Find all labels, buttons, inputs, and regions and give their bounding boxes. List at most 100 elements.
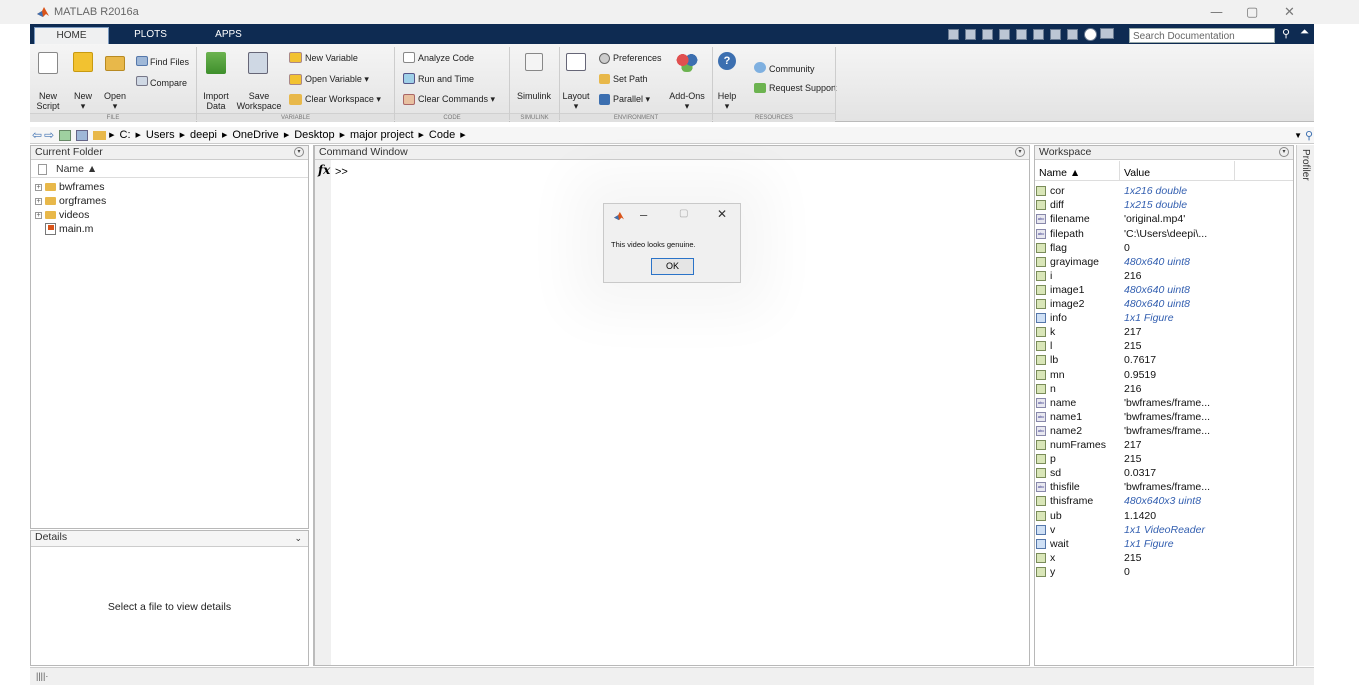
breadcrumb-users[interactable]: Users [146, 129, 175, 141]
tab-apps[interactable]: APPS [196, 27, 261, 44]
name-column-header[interactable]: Name ▲ [56, 163, 97, 175]
folder-search-icon[interactable]: ⚲ [1305, 129, 1313, 142]
panel-menu-icon[interactable]: ▾ [294, 147, 304, 157]
qa-copy-icon[interactable] [982, 29, 993, 40]
table-row[interactable]: v 1x1 VideoReader [1036, 522, 1286, 537]
list-item[interactable]: + orgframes [35, 194, 106, 208]
preferences-button[interactable]: Preferences [613, 53, 662, 63]
simulink-button[interactable]: Simulink [512, 91, 556, 101]
help-icon[interactable] [1084, 28, 1097, 41]
dialog-close-icon[interactable]: ✕ [717, 207, 727, 221]
new-script-button[interactable]: New Script [34, 91, 62, 111]
breadcrumb-code[interactable]: Code [429, 129, 455, 141]
qa-switch-icon[interactable] [1050, 29, 1061, 40]
list-item[interactable]: + videos [35, 208, 89, 222]
community-button[interactable]: Community [769, 64, 815, 74]
ok-button[interactable]: OK [651, 258, 694, 275]
table-row[interactable]: numFrames 217 [1036, 438, 1286, 453]
minimize-icon[interactable]: — [1210, 5, 1223, 20]
table-row[interactable]: lb 0.7617 [1036, 353, 1286, 368]
table-row[interactable]: ub 1.1420 [1036, 508, 1286, 523]
table-row[interactable]: thisframe 480x640x3 uint8 [1036, 494, 1286, 509]
qa-window-icon[interactable] [1067, 29, 1078, 40]
breadcrumb-c[interactable]: C: [120, 129, 131, 141]
table-row[interactable]: abc name1 'bwframes/frame... [1036, 410, 1286, 425]
up-folder-icon[interactable] [59, 129, 72, 141]
table-row[interactable]: flag 0 [1036, 240, 1286, 255]
ws-name-column[interactable]: Name ▲ [1039, 167, 1080, 179]
import-data-button[interactable]: Import Data [200, 91, 232, 111]
table-row[interactable]: diff 1x215 double [1036, 198, 1286, 213]
command-prompt[interactable]: >> [335, 166, 348, 178]
save-workspace-button[interactable]: Save Workspace [236, 91, 282, 111]
compare-button[interactable]: Compare [150, 78, 187, 88]
table-row[interactable]: k 217 [1036, 325, 1286, 340]
table-row[interactable]: info 1x1 Figure [1036, 311, 1286, 326]
breadcrumb-desktop[interactable]: Desktop [294, 129, 334, 141]
table-row[interactable]: abc name 'bwframes/frame... [1036, 396, 1286, 411]
table-row[interactable]: abc filename 'original.mp4' [1036, 212, 1286, 227]
list-item[interactable]: + bwframes [35, 180, 105, 194]
layout-button[interactable]: Layout ▾ [560, 91, 592, 111]
qa-redo-icon[interactable] [1033, 29, 1044, 40]
search-documentation-input[interactable]: Search Documentation [1129, 28, 1275, 43]
close-icon[interactable]: ✕ [1284, 5, 1295, 20]
table-row[interactable]: abc thisfile 'bwframes/frame... [1036, 480, 1286, 495]
breadcrumb-major-project[interactable]: major project [350, 129, 414, 141]
table-row[interactable]: i 216 [1036, 269, 1286, 284]
help-button[interactable]: Help ▾ [713, 91, 741, 111]
back-icon[interactable]: ⇦ [32, 128, 42, 142]
table-row[interactable]: mn 0.9519 [1036, 367, 1286, 382]
qa-save-icon[interactable] [948, 29, 959, 40]
address-dropdown-icon[interactable]: ▼ [1294, 131, 1302, 140]
request-support-button[interactable]: Request Support [769, 83, 837, 93]
details-collapse-icon[interactable]: ⌄ [294, 532, 302, 545]
table-row[interactable]: l 215 [1036, 339, 1286, 354]
find-files-button[interactable]: Find Files [150, 57, 189, 67]
table-row[interactable]: y0 [1036, 565, 1286, 580]
expand-icon[interactable]: + [35, 197, 42, 205]
table-row[interactable]: cor 1x216 double [1036, 184, 1286, 199]
breadcrumb-deepi[interactable]: deepi [190, 129, 217, 141]
qa-cut-icon[interactable] [965, 29, 976, 40]
table-row[interactable]: x 215 [1036, 551, 1286, 566]
breadcrumb-onedrive[interactable]: OneDrive [232, 129, 278, 141]
table-row[interactable]: image2 480x640 uint8 [1036, 297, 1286, 312]
tab-home[interactable]: HOME [34, 27, 109, 44]
new-variable-button[interactable]: New Variable [305, 53, 358, 63]
qa-more-icon[interactable] [1100, 28, 1114, 39]
parallel-button[interactable]: Parallel ▾ [613, 94, 650, 104]
add-ons-button[interactable]: Add-Ons ▾ [666, 91, 708, 111]
list-item[interactable]: main.m [45, 222, 93, 236]
table-row[interactable]: grayimage 480x640 uint8 [1036, 255, 1286, 270]
table-row[interactable]: wait 1x1 Figure [1036, 537, 1286, 552]
new-button[interactable]: New ▾ [70, 91, 96, 111]
table-row[interactable]: n 216 [1036, 381, 1286, 396]
table-row[interactable]: abc filepath 'C:\Users\deepi\... [1036, 226, 1286, 241]
collapse-toolstrip-icon[interactable]: ⏶ [1300, 26, 1309, 39]
table-row[interactable]: abc name2 'bwframes/frame... [1036, 424, 1286, 439]
open-button[interactable]: Open ▾ [100, 91, 130, 111]
table-row[interactable]: image1 480x640 uint8 [1036, 283, 1286, 298]
fx-icon[interactable]: fx [318, 163, 330, 177]
analyze-code-button[interactable]: Analyze Code [418, 53, 474, 63]
dialog-minimize-icon[interactable]: – [640, 207, 647, 222]
search-icon[interactable]: ⚲ [1282, 27, 1290, 40]
table-row[interactable]: p 215 [1036, 452, 1286, 467]
ws-value-column[interactable]: Value [1124, 167, 1150, 179]
clear-workspace-button[interactable]: Clear Workspace ▾ [305, 94, 381, 104]
tab-plots[interactable]: PLOTS [118, 27, 183, 44]
table-row[interactable]: sd 0.0317 [1036, 466, 1286, 481]
set-path-button[interactable]: Set Path [613, 74, 648, 84]
restore-icon[interactable]: ▢ [1246, 5, 1258, 20]
expand-icon[interactable]: + [35, 211, 42, 219]
qa-paste-icon[interactable] [999, 29, 1010, 40]
browse-folder-icon[interactable] [76, 129, 89, 141]
expand-icon[interactable]: + [35, 183, 42, 191]
panel-menu-icon[interactable]: ▾ [1015, 147, 1025, 157]
forward-icon[interactable]: ⇨ [44, 128, 54, 142]
profiler-tab[interactable]: Profiler [1300, 149, 1311, 181]
qa-undo-icon[interactable] [1016, 29, 1027, 40]
open-variable-button[interactable]: Open Variable ▾ [305, 74, 369, 84]
clear-commands-button[interactable]: Clear Commands ▾ [418, 94, 495, 104]
